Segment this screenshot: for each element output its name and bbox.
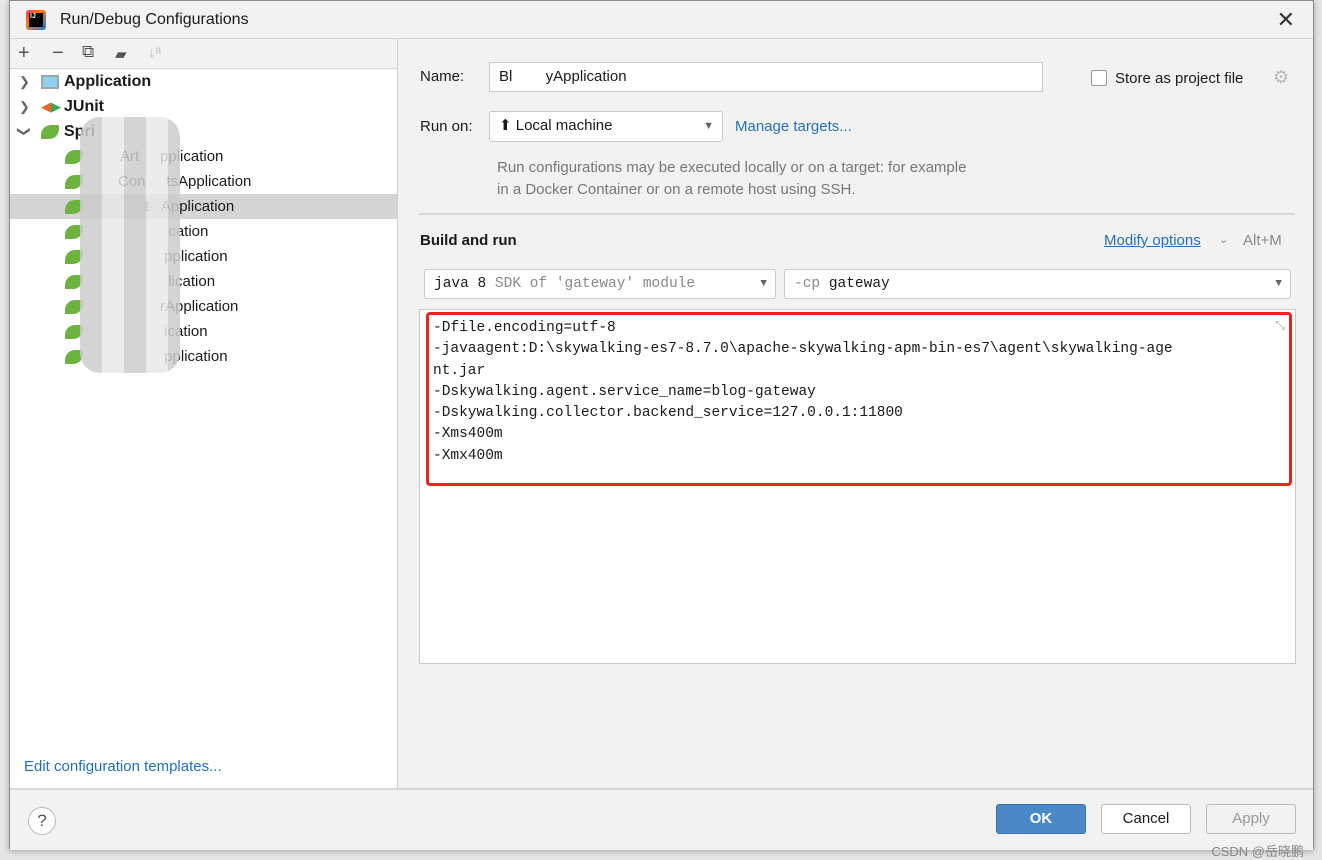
run-on-hint: Run configurations may be executed local… <box>497 159 967 198</box>
tree-group-application[interactable]: ❯ Application <box>10 69 397 94</box>
tree-group-label: JUnit <box>64 98 104 115</box>
cancel-button[interactable]: Cancel <box>1101 804 1191 834</box>
tree-item[interactable]: rApplication <box>10 294 397 319</box>
chevron-down-icon[interactable]: ⌄ <box>1219 233 1228 246</box>
dropdown-arrow-icon: ▼ <box>703 120 714 132</box>
manage-targets-link[interactable]: Manage targets... <box>735 118 852 135</box>
spring-boot-icon <box>41 125 59 139</box>
tree-item[interactable]: pplication <box>10 344 397 369</box>
redaction-mosaic <box>80 117 180 373</box>
name-input[interactable]: Bl yApplication <box>489 62 1043 92</box>
jre-select[interactable]: java 8 SDK of 'gateway' module ▼ <box>424 269 776 299</box>
store-as-project-file-checkbox[interactable] <box>1091 70 1107 86</box>
tree-item[interactable]: pplication <box>10 244 397 269</box>
config-form: Name: Bl yApplication Store as project f… <box>399 39 1313 788</box>
tree-group-junit[interactable]: ❯ ◀▶ JUnit <box>10 94 397 119</box>
apply-button[interactable]: Apply <box>1206 804 1296 834</box>
config-sidebar: + − ⧉ ▰ ↓ᵃ ❯ Application ❯ ◀▶ JUnit ❯ Sp… <box>10 39 398 788</box>
run-on-label: Run on: <box>420 118 473 135</box>
chevron-down-icon[interactable]: ❯ <box>12 126 37 137</box>
watermark: CSDN @岳晓鹏 <box>1211 844 1304 859</box>
chevron-right-icon[interactable]: ❯ <box>19 94 30 119</box>
section-title: Build and run <box>420 232 517 249</box>
run-on-select[interactable]: ⬆ Local machine ▼ <box>489 111 723 142</box>
tree-group-spring-boot[interactable]: ❯ Spri <box>10 119 397 144</box>
tree-item[interactable]: ication <box>10 319 397 344</box>
junit-icon: ◀▶ <box>41 99 61 114</box>
modify-options-shortcut: Alt+M <box>1243 232 1282 249</box>
edit-configuration-templates-link[interactable]: Edit configuration templates... <box>24 758 222 775</box>
vm-options-text[interactable]: -Dfile.encoding=utf-8 -javaagent:D:\skyw… <box>433 318 1173 467</box>
tree-item-selected[interactable]: t Application <box>10 194 397 219</box>
tree-item[interactable]: cation <box>10 219 397 244</box>
vm-options-textarea[interactable]: -Dfile.encoding=utf-8 -javaagent:D:\skyw… <box>419 309 1296 664</box>
title-bar: IJ Run/Debug Configurations ✕ <box>10 1 1313 39</box>
classpath-module-select[interactable]: -cp gateway ▼ <box>784 269 1291 299</box>
copy-icon[interactable]: ⧉ <box>82 42 94 62</box>
collapse-icon[interactable]: ⤡ <box>1275 318 1285 333</box>
sidebar-toolbar: + − ⧉ ▰ ↓ᵃ <box>10 39 397 69</box>
dropdown-arrow-icon: ▼ <box>1275 278 1282 290</box>
store-as-project-file-label: Store as project file <box>1115 70 1244 87</box>
chevron-right-icon[interactable]: ❯ <box>19 69 30 94</box>
tree-item[interactable]: Art pplication <box>10 144 397 169</box>
divider <box>419 213 1295 215</box>
tree-group-label: Application <box>64 73 152 90</box>
dropdown-arrow-icon: ▼ <box>760 278 767 290</box>
gear-icon[interactable]: ⚙ <box>1273 67 1289 88</box>
application-icon <box>41 75 59 89</box>
ok-button[interactable]: OK <box>996 804 1086 834</box>
home-icon: ⬆ <box>499 117 512 134</box>
tree-item[interactable]: lication <box>10 269 397 294</box>
remove-icon[interactable]: − <box>52 42 64 65</box>
tree-item[interactable]: Con tsApplication <box>10 169 397 194</box>
sort-icon[interactable]: ↓ᵃ <box>148 44 161 61</box>
modify-options-link[interactable]: Modify options <box>1104 232 1201 249</box>
intellij-logo-icon: IJ <box>26 10 46 30</box>
add-icon[interactable]: + <box>18 42 30 65</box>
dialog-footer: ? OK Cancel Apply <box>10 788 1313 850</box>
name-label: Name: <box>420 68 465 85</box>
window-title: Run/Debug Configurations <box>60 11 249 28</box>
new-folder-icon[interactable]: ▰ <box>115 45 127 63</box>
run-debug-dialog: IJ Run/Debug Configurations ✕ + − ⧉ ▰ ↓ᵃ… <box>9 0 1314 850</box>
close-icon[interactable]: ✕ <box>1277 7 1295 33</box>
help-button[interactable]: ? <box>28 807 56 835</box>
